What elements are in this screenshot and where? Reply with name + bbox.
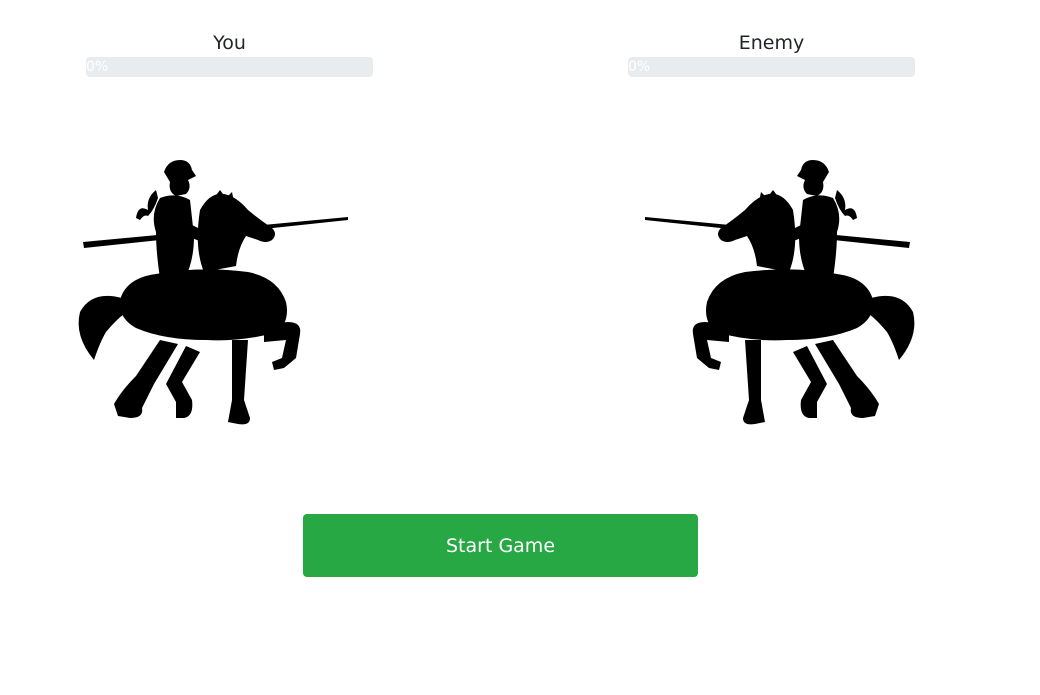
- enemy-progress-label: 0%: [628, 59, 651, 75]
- knight-silhouette: [78, 160, 348, 425]
- player-name: You: [213, 32, 246, 54]
- player-progress-label: 0%: [86, 59, 109, 75]
- enemy-progress-bar: 0%: [628, 57, 915, 77]
- player-panel: You 0%: [86, 30, 373, 77]
- player-knight-icon: [78, 160, 348, 425]
- player-progress-bar: 0%: [86, 57, 373, 77]
- knight-silhouette: [645, 160, 915, 425]
- game-stage: You 0% Enemy 0% Start Game: [0, 0, 1040, 695]
- enemy-knight-icon: [645, 160, 915, 425]
- start-game-button[interactable]: Start Game: [303, 514, 698, 577]
- enemy-name: Enemy: [738, 32, 805, 54]
- enemy-panel: Enemy 0%: [628, 30, 915, 77]
